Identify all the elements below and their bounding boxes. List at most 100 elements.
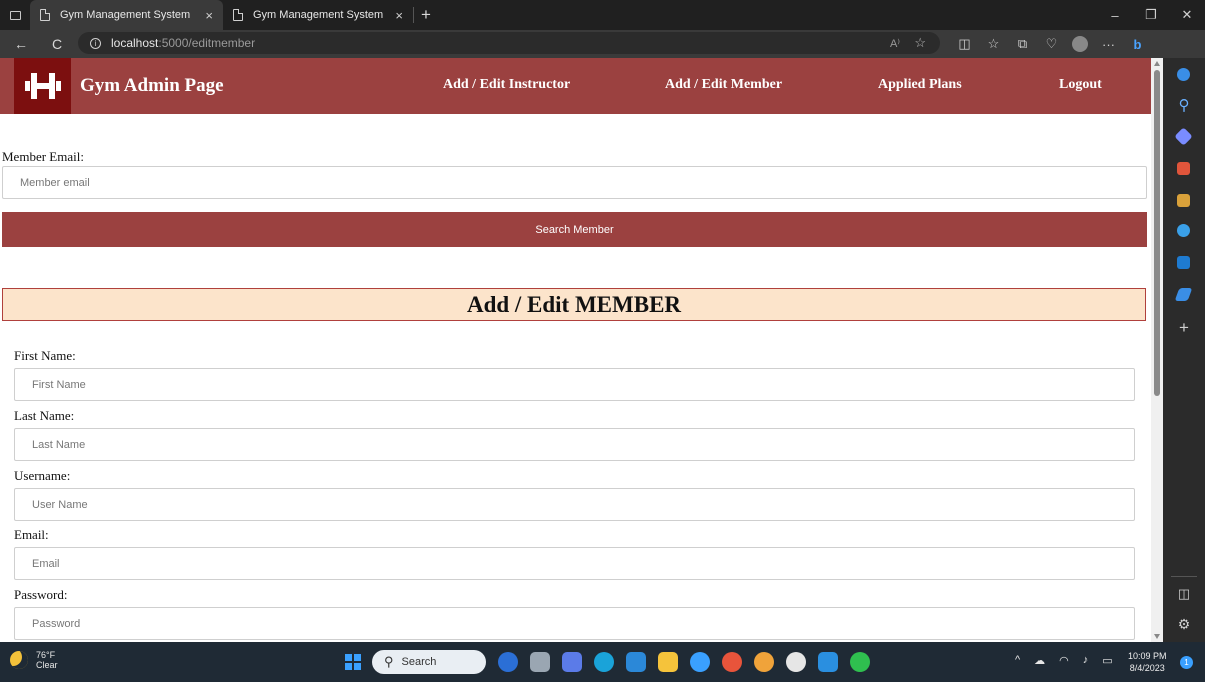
- browser-tab-active[interactable]: Gym Management System ×: [30, 0, 223, 30]
- dumbbell-logo-icon: [14, 58, 71, 114]
- moon-icon: [10, 651, 28, 669]
- page-icon: [40, 9, 50, 21]
- site-navbar: Gym Admin Page Add / Edit Instructor Add…: [0, 58, 1151, 114]
- weather-temp: 76°F: [36, 650, 56, 660]
- task-view-icon[interactable]: [530, 652, 550, 672]
- favorites-icon[interactable]: ☆: [979, 36, 1008, 52]
- chrome-canary-icon[interactable]: [754, 652, 774, 672]
- taskbar-clock[interactable]: 10:09 PM 8/4/2023: [1128, 650, 1167, 674]
- vscode-icon[interactable]: [818, 652, 838, 672]
- profile-avatar[interactable]: [1072, 36, 1088, 52]
- taskbar-search-box[interactable]: ⚲ Search: [372, 650, 486, 674]
- username-input[interactable]: User Name: [14, 488, 1135, 521]
- clock-date: 8/4/2023: [1129, 663, 1165, 673]
- last-name-label: Last Name:: [14, 408, 75, 423]
- edge-app-icon[interactable]: [594, 652, 614, 672]
- first-name-label: First Name:: [14, 348, 76, 363]
- volume-icon[interactable]: ♪: [1083, 654, 1089, 667]
- site-info-icon[interactable]: i: [90, 37, 101, 49]
- teams-chat-icon[interactable]: [562, 652, 582, 672]
- url-host: localhost: [111, 36, 159, 50]
- store-app-icon[interactable]: [626, 652, 646, 672]
- weather-widget[interactable]: 76°F Clear: [10, 650, 58, 670]
- wifi-icon[interactable]: ◠: [1059, 654, 1069, 667]
- outlook-icon[interactable]: [1177, 256, 1190, 269]
- search-icon: ⚲: [384, 654, 394, 669]
- browser-tab[interactable]: Gym Management System ×: [223, 0, 413, 30]
- battery-icon[interactable]: ▭: [1102, 654, 1112, 667]
- add-sidebar-app-icon[interactable]: +: [1163, 318, 1205, 338]
- shopping-tag-icon[interactable]: [1174, 127, 1193, 146]
- weather-desc: Clear: [36, 660, 58, 670]
- first-name-input[interactable]: First Name: [14, 368, 1135, 401]
- tab-actions-icon[interactable]: [0, 0, 30, 30]
- whatsapp-icon[interactable]: [850, 652, 870, 672]
- split-screen-icon[interactable]: ◫: [950, 36, 979, 52]
- address-bar: ← C i localhost :5000/editmember A⁾ ☆ ◫ …: [0, 30, 1205, 58]
- toolbar-icons: ◫ ☆ ⧉ ♡ ··· b: [950, 30, 1152, 58]
- tools-briefcase-icon[interactable]: [1177, 162, 1190, 175]
- windows-start-icon[interactable]: [345, 654, 361, 670]
- discover-icon[interactable]: [1177, 68, 1190, 81]
- read-aloud-icon[interactable]: A⁾: [890, 37, 900, 50]
- hide-sidebar-icon[interactable]: ◫: [1163, 586, 1205, 602]
- scroll-thumb[interactable]: [1154, 70, 1160, 396]
- form-heading: Add / Edit MEMBER: [2, 288, 1146, 321]
- system-tray: ^ ☁ ◠ ♪ ▭: [1015, 654, 1113, 667]
- microsoft-365-icon[interactable]: [1177, 224, 1190, 237]
- collections-icon[interactable]: ⧉: [1008, 36, 1037, 52]
- tab-title: Gym Management System: [60, 9, 191, 21]
- tab-title: Gym Management System: [253, 9, 384, 21]
- more-menu-icon[interactable]: ···: [1094, 37, 1123, 52]
- nav-link-add-edit-member[interactable]: Add / Edit Member: [665, 77, 782, 93]
- minimize-button[interactable]: –: [1097, 0, 1133, 30]
- tab-close-icon[interactable]: ×: [395, 8, 403, 23]
- brand-title[interactable]: Gym Admin Page: [80, 75, 224, 97]
- back-button[interactable]: ←: [8, 36, 34, 52]
- copilot-icon[interactable]: b: [1123, 37, 1152, 52]
- password-label: Password:: [14, 587, 68, 602]
- restore-button[interactable]: ❐: [1133, 0, 1169, 30]
- reload-button[interactable]: C: [44, 36, 70, 52]
- member-email-label: Member Email:: [2, 149, 84, 164]
- page-scrollbar[interactable]: [1151, 58, 1163, 642]
- nav-link-logout[interactable]: Logout: [1059, 77, 1102, 93]
- browser-essentials-icon[interactable]: ♡: [1037, 36, 1066, 52]
- app-icon[interactable]: [690, 652, 710, 672]
- scroll-down-arrow-icon[interactable]: [1154, 634, 1160, 639]
- new-tab-button[interactable]: +: [414, 0, 438, 30]
- chrome-icon[interactable]: [722, 652, 742, 672]
- nav-link-applied-plans[interactable]: Applied Plans: [878, 77, 962, 93]
- member-email-search-input[interactable]: Member email: [2, 166, 1147, 199]
- url-path: :5000/editmember: [158, 36, 256, 50]
- email-label: Email:: [14, 527, 49, 542]
- clock-time: 10:09 PM: [1128, 651, 1167, 661]
- tab-close-icon[interactable]: ×: [205, 8, 213, 23]
- password-input[interactable]: Password: [14, 607, 1135, 640]
- drop-icon[interactable]: [1174, 288, 1193, 301]
- onedrive-icon[interactable]: ☁: [1034, 654, 1045, 667]
- sidebar-settings-icon[interactable]: ⚙: [1163, 616, 1205, 633]
- username-label: Username:: [14, 468, 71, 483]
- search-icon[interactable]: ⚲: [1163, 96, 1205, 114]
- show-hidden-icons-icon[interactable]: ^: [1015, 654, 1020, 667]
- browser-tab-strip: Gym Management System × Gym Management S…: [0, 0, 1205, 30]
- edge-sidebar: ⚲ + ◫ ⚙: [1163, 58, 1205, 642]
- games-icon[interactable]: [1177, 194, 1190, 207]
- last-name-input[interactable]: Last Name: [14, 428, 1135, 461]
- window-controls: – ❐ ✕: [1097, 0, 1205, 30]
- scroll-up-arrow-icon[interactable]: [1154, 61, 1160, 66]
- search-member-button[interactable]: Search Member: [2, 212, 1147, 247]
- email-input[interactable]: Email: [14, 547, 1135, 580]
- app-icon[interactable]: [786, 652, 806, 672]
- file-explorer-icon[interactable]: [658, 652, 678, 672]
- windows-taskbar: 76°F Clear ⚲ Search ^ ☁ ◠ ♪ ▭ 10:09 PM 8…: [0, 642, 1205, 682]
- favorite-star-icon[interactable]: ☆: [914, 35, 926, 51]
- close-window-button[interactable]: ✕: [1169, 0, 1205, 30]
- notification-badge[interactable]: 1: [1180, 656, 1193, 669]
- copilot-app-icon[interactable]: [498, 652, 518, 672]
- sidebar-divider: [1171, 576, 1197, 577]
- taskbar-search-label: Search: [401, 656, 437, 668]
- url-field[interactable]: i localhost :5000/editmember A⁾ ☆: [78, 32, 940, 54]
- nav-link-add-edit-instructor[interactable]: Add / Edit Instructor: [443, 77, 570, 93]
